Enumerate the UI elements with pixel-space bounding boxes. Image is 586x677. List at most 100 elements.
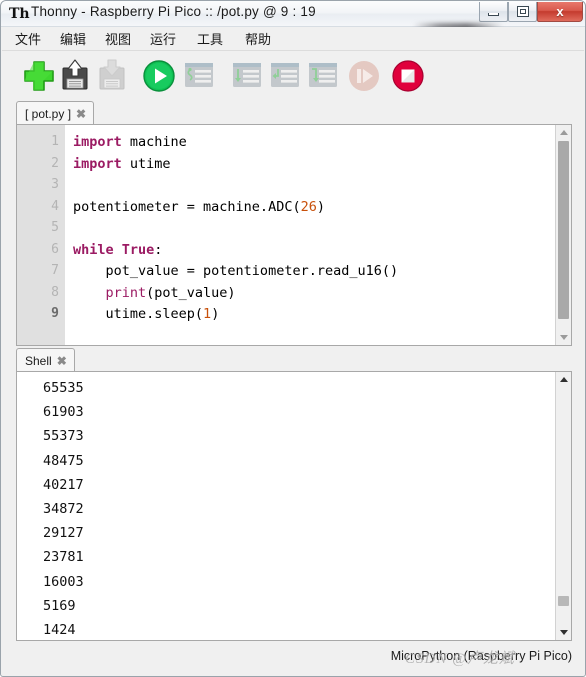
stop-button[interactable] — [391, 59, 429, 97]
code-token: import — [73, 134, 122, 150]
tab-shell[interactable]: Shell ✖ — [16, 348, 75, 372]
code-line[interactable]: import utime — [73, 156, 171, 172]
menu-item-0[interactable]: 文件 — [12, 30, 44, 49]
line-number-gutter: 1 2 3 4 5 6 7 8 9 — [17, 125, 65, 345]
title-bar: Th Thonny - Raspberry Pi Pico :: /pot.py… — [1, 1, 585, 37]
code-token: 26 — [300, 198, 317, 215]
menu-item-1[interactable]: 编辑 — [57, 30, 89, 49]
code-line[interactable]: print(pot_value) — [73, 285, 236, 301]
editor-scroll-down-icon[interactable] — [556, 330, 571, 345]
shell-tab-label: Shell — [25, 353, 52, 368]
shell-tab-bar: Shell ✖ — [16, 348, 572, 372]
line-number: 5 — [51, 220, 59, 235]
code-line[interactable]: while True: — [73, 242, 162, 258]
shell-output[interactable]: 65535 61903 55373 48475 40217 34872 29127 23781… — [17, 372, 555, 640]
new-file-button[interactable] — [22, 59, 60, 97]
close-button[interactable]: x — [537, 2, 583, 22]
shell-output-line: 16003 — [43, 573, 84, 590]
minimize-button[interactable] — [479, 2, 508, 22]
editor-body[interactable]: 123456789 import machine import utime pote… — [16, 124, 572, 346]
shell-output-line: 40217 — [43, 476, 84, 493]
close-icon: x — [556, 4, 564, 19]
save-file-button — [95, 59, 133, 97]
step-into-icon — [268, 59, 306, 93]
step-out-icon — [306, 59, 344, 93]
floppy-open-icon — [58, 59, 96, 93]
line-number: 3 — [51, 177, 59, 192]
floppy-save-icon — [95, 59, 133, 93]
line-number: 2 — [51, 155, 59, 171]
code-token: : — [154, 241, 163, 258]
code-token: machine — [121, 134, 187, 150]
editor-tab-bar: [ pot.py ] ✖ — [16, 101, 572, 125]
line-number: 8 — [51, 284, 59, 300]
code-token: ) — [316, 198, 325, 215]
code-token: True — [121, 241, 155, 258]
maximize-button[interactable] — [508, 2, 537, 22]
step-into-button — [268, 59, 306, 97]
shell-output-line: 23781 — [43, 549, 84, 566]
code-token: ) — [211, 306, 220, 322]
menu-item-2[interactable]: 视图 — [102, 30, 134, 49]
code-token: print — [105, 284, 147, 301]
debug-icon — [182, 59, 220, 93]
shell-output-line: 34872 — [43, 501, 84, 517]
code-token: utime.sleep( — [73, 306, 204, 322]
shell-output-line: 48475 — [43, 452, 84, 469]
code-token: import — [73, 155, 122, 172]
line-number: 4 — [51, 198, 59, 214]
menu-bar: 文件 编辑 视图 运行 工具 帮助 — [2, 27, 584, 51]
editor-tab-label: [ pot.py ] — [25, 106, 72, 121]
thonny-window: Th Thonny - Raspberry Pi Pico :: /pot.py… — [0, 0, 586, 677]
menu-item-3[interactable]: 运行 — [147, 30, 179, 49]
maximize-icon — [509, 2, 536, 21]
shell-output-line: 5169 — [43, 597, 76, 614]
code-line[interactable]: pot_value = potentiometer.read_u16() — [73, 263, 399, 279]
code-line[interactable]: utime.sleep(1) — [73, 306, 220, 322]
shell-output-line: 65535 — [43, 380, 84, 396]
shell-scroll-down-icon[interactable] — [556, 625, 571, 640]
line-number: 6 — [51, 241, 59, 257]
line-number: 1 — [51, 134, 59, 149]
shell-scrollbar[interactable] — [555, 372, 571, 640]
shell-scroll-thumb[interactable] — [558, 596, 569, 606]
shell-body[interactable]: 65535 61903 55373 48475 40217 34872 29127 23781… — [16, 371, 572, 641]
stop-icon — [391, 59, 429, 93]
run-button[interactable] — [142, 59, 180, 97]
shell-output-line: 55373 — [43, 428, 84, 445]
editor-tab-close-icon[interactable]: ✖ — [76, 108, 86, 120]
open-file-button[interactable] — [58, 59, 96, 97]
menu-item-5[interactable]: 帮助 — [242, 30, 274, 49]
minimize-icon — [480, 2, 507, 21]
code-token: while — [73, 241, 114, 258]
menu-item-4[interactable]: 工具 — [194, 30, 226, 49]
editor-scroll-up-icon[interactable] — [556, 125, 571, 140]
code-line[interactable]: potentiometer = machine.ADC(26) — [73, 199, 325, 215]
shell-output-line: 61903 — [43, 404, 84, 421]
editor-scroll-thumb[interactable] — [558, 141, 569, 319]
code-area[interactable]: import machine import utime potentiometer … — [65, 125, 557, 345]
resume-button — [347, 59, 385, 97]
interpreter-status[interactable]: MicroPython (Raspberry Pi Pico) — [391, 649, 572, 663]
shell-output-line: 29127 — [43, 525, 84, 542]
shell-panel: Shell ✖ 65535 61903 55373 48475 40217 34872 29… — [16, 348, 572, 641]
shell-output-line: 1424 — [43, 622, 76, 638]
editor-scrollbar[interactable] — [555, 125, 571, 345]
code-line[interactable]: import machine — [73, 134, 187, 150]
line-number: 7 — [51, 263, 59, 278]
shell-scroll-up-icon[interactable] — [556, 372, 571, 387]
tab-pot-py[interactable]: [ pot.py ] ✖ — [16, 101, 95, 125]
step-over-button — [230, 59, 268, 97]
step-over-icon — [230, 59, 268, 93]
shell-tab-close-icon[interactable]: ✖ — [57, 355, 67, 367]
code-token: pot_value = potentiometer.read_u16() — [73, 263, 399, 279]
resume-icon — [347, 59, 385, 93]
play-icon — [142, 59, 180, 93]
plus-icon — [22, 59, 60, 93]
code-token: 1 — [203, 306, 212, 322]
code-token: potentiometer = machine.ADC( — [73, 198, 301, 215]
editor-panel: [ pot.py ] ✖ 123456789 import machine imp… — [16, 101, 572, 346]
step-out-button — [306, 59, 344, 97]
